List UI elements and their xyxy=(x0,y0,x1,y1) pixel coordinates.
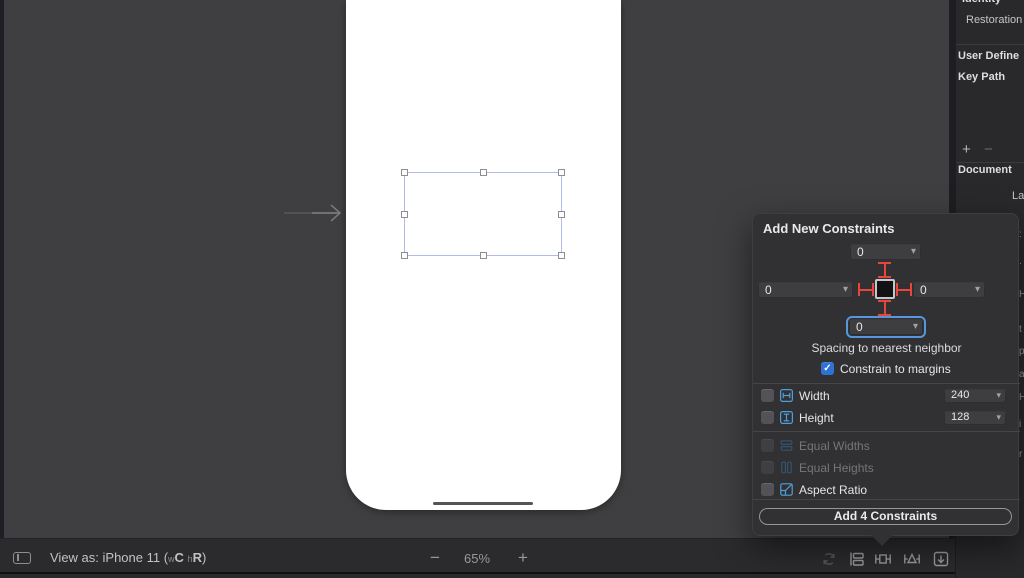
height-value: 128 xyxy=(951,411,970,423)
canvas-left-edge xyxy=(0,0,4,578)
constrain-to-margins-checkbox[interactable]: ✓ xyxy=(821,362,834,375)
zoom-in-button[interactable]: + xyxy=(518,548,528,568)
divider xyxy=(956,44,1024,45)
width-checkbox[interactable] xyxy=(761,389,774,402)
trailing-constraint-anchor[interactable] xyxy=(896,283,912,296)
storyboard-entry-arrow xyxy=(282,203,346,223)
width-value-dropdown[interactable]: 240 ▾ xyxy=(944,389,1006,403)
top-constraint-anchor[interactable] xyxy=(878,262,891,278)
popover-arrow xyxy=(871,535,893,546)
add-constraints-button[interactable]: Add 4 Constraints xyxy=(759,508,1012,525)
clipped-text-fragment: . xyxy=(1019,256,1022,267)
resize-handle[interactable] xyxy=(558,252,565,259)
clipped-text-fragment: r xyxy=(1019,449,1023,460)
view-as-suffix: ) xyxy=(201,550,207,565)
key-path-column-header: Key Path xyxy=(958,71,1006,83)
add-constraints-popover: Add New Constraints 0 ▾ 0 ▾ 0 ▾ 0 ▾ Spac… xyxy=(752,213,1020,536)
top-spacing-value: 0 xyxy=(857,245,864,259)
resize-handle[interactable] xyxy=(558,211,565,218)
equal-widths-icon xyxy=(780,439,793,452)
width-value: 240 xyxy=(951,389,970,401)
height-constraint-icon xyxy=(780,411,794,425)
equal-widths-checkbox xyxy=(761,439,774,452)
clipped-text-fragment: H xyxy=(1019,392,1024,403)
clipped-text-fragment: i xyxy=(1019,419,1022,430)
view-as-label: View as: iPhone 11 ( xyxy=(50,550,169,565)
canvas-bottom-bar: View as: iPhone 11 (wC hR) − 65% + xyxy=(0,538,955,572)
trailing-spacing-value: 0 xyxy=(920,283,927,297)
add-attribute-button[interactable]: + xyxy=(962,141,971,158)
resize-handle[interactable] xyxy=(558,169,565,176)
zoom-level-label[interactable]: 65% xyxy=(464,551,490,566)
equal-widths-label: Equal Widths xyxy=(799,439,870,453)
resize-handle[interactable] xyxy=(401,252,408,259)
constrain-to-margins-label: Constrain to margins xyxy=(840,362,951,376)
spacing-caption: Spacing to nearest neighbor xyxy=(811,341,962,355)
height-value-dropdown[interactable]: 128 ▾ xyxy=(944,411,1006,425)
width-class-big: C xyxy=(174,550,184,565)
equal-heights-label: Equal Heights xyxy=(799,461,874,475)
aspect-ratio-checkbox[interactable] xyxy=(761,483,774,496)
clipped-text-fragment: t xyxy=(1019,324,1022,335)
divider xyxy=(753,431,1020,432)
zoom-out-button[interactable]: − xyxy=(430,548,440,568)
leading-spacing-value: 0 xyxy=(765,283,772,297)
home-indicator-bar xyxy=(433,502,533,505)
aspect-ratio-icon xyxy=(780,483,793,496)
remove-attribute-button[interactable]: − xyxy=(984,141,993,158)
chevron-down-icon[interactable]: ▾ xyxy=(996,412,1001,423)
chevron-down-icon[interactable]: ▾ xyxy=(975,284,980,295)
height-label: Height xyxy=(799,411,834,425)
height-class-big: R xyxy=(192,550,202,565)
height-checkbox[interactable] xyxy=(761,411,774,424)
resize-handle[interactable] xyxy=(401,211,408,218)
align-icon[interactable] xyxy=(848,550,866,568)
leading-spacing-dropdown[interactable]: 0 ▾ xyxy=(758,282,853,298)
trailing-spacing-dropdown[interactable]: 0 ▾ xyxy=(913,282,985,298)
view-anchor-square xyxy=(875,279,895,299)
resolve-autolayout-issues-icon[interactable] xyxy=(903,550,921,568)
popover-title: Add New Constraints xyxy=(763,221,895,236)
bottom-constraint-anchor[interactable] xyxy=(878,300,891,316)
divider xyxy=(753,383,1020,384)
leading-constraint-anchor[interactable] xyxy=(858,283,874,296)
resize-handle[interactable] xyxy=(480,252,487,259)
divider xyxy=(753,499,1020,500)
equal-heights-checkbox xyxy=(761,461,774,474)
resize-handle[interactable] xyxy=(480,169,487,176)
xcode-interface-builder: Identity Restoration User Define Key Pat… xyxy=(0,0,1024,578)
top-spacing-dropdown[interactable]: 0 ▾ xyxy=(850,244,921,260)
bottom-spacing-focus-ring: 0 ▾ xyxy=(846,316,926,338)
clipped-text-fragment: H xyxy=(1019,289,1024,300)
clipped-text-fragment: a xyxy=(1019,369,1024,380)
divider xyxy=(956,162,1024,163)
width-constraint-icon xyxy=(780,389,794,403)
resize-handle[interactable] xyxy=(401,169,408,176)
user-defined-section-header: User Define xyxy=(958,50,1020,62)
equal-heights-icon xyxy=(780,461,793,474)
chevron-down-icon[interactable]: ▾ xyxy=(911,246,916,257)
bottom-spacing-dropdown[interactable]: 0 ▾ xyxy=(849,319,923,335)
debug-bar-edge xyxy=(0,574,955,578)
update-frames-icon xyxy=(820,550,838,568)
identity-section-header: Identity xyxy=(962,0,1001,5)
restoration-label: Restoration xyxy=(966,14,1023,26)
add-new-constraints-icon[interactable] xyxy=(874,550,892,568)
bottom-spacing-value: 0 xyxy=(856,320,863,334)
embed-in-icon[interactable] xyxy=(932,550,950,568)
chevron-down-icon[interactable]: ▾ xyxy=(913,321,918,332)
clipped-text-fragment: : xyxy=(1019,229,1022,240)
view-as-button[interactable]: View as: iPhone 11 (wC hR) xyxy=(50,550,206,565)
selected-view-outline[interactable] xyxy=(401,169,565,259)
document-section-header: Document xyxy=(958,164,1012,176)
device-bezel-icon xyxy=(13,552,31,564)
aspect-ratio-label: Aspect Ratio xyxy=(799,483,868,497)
label-fragment: La xyxy=(1012,190,1024,202)
chevron-down-icon[interactable]: ▾ xyxy=(843,284,848,295)
width-label: Width xyxy=(799,389,830,403)
chevron-down-icon[interactable]: ▾ xyxy=(996,390,1001,401)
